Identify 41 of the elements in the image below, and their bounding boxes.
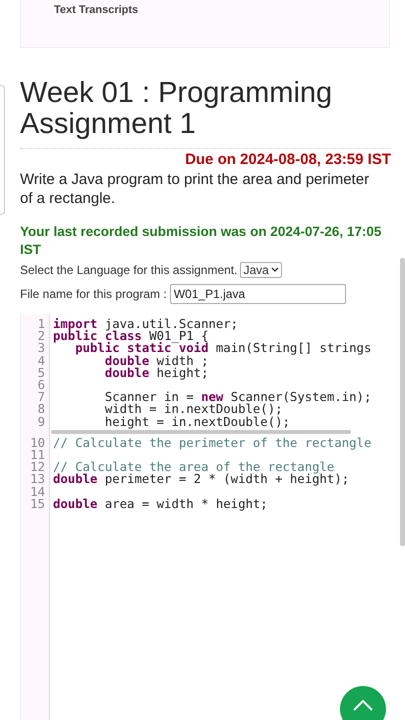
line-number: 10: [29, 436, 46, 450]
language-dropdown[interactable]: Java: [240, 262, 282, 278]
code-line: import java.util.Scanner;: [53, 318, 238, 330]
line-number: 14: [29, 486, 46, 498]
line-number: 2: [36, 330, 46, 342]
code-line: public static void main(String[] strings: [75, 342, 372, 355]
line-number: 12: [29, 461, 46, 474]
line-number: 5: [36, 366, 46, 380]
file-name-field[interactable]: W01_P1.java: [170, 284, 346, 304]
line-number: 3: [36, 342, 46, 355]
code-line: // Calculate the area of the rectangle: [53, 461, 334, 474]
assignment-description: Write a Java program to print the area and perimeter of a rectangle.: [20, 170, 370, 208]
transcript-card[interactable]: Text Transcripts: [20, 0, 390, 48]
code-line: // Calculate the perimeter of the rectangle: [53, 436, 372, 450]
line-number: 13: [29, 473, 46, 486]
line-number: 6: [36, 379, 46, 392]
code-line: width = in.nextDouble();: [104, 403, 283, 416]
line-number: 4: [36, 354, 46, 367]
code-line: public class W01_P1 {: [53, 330, 208, 342]
code-line: double area = width * height;: [53, 498, 268, 510]
chevron-down-icon: [270, 267, 279, 273]
code-line: double width ;: [104, 354, 208, 367]
line-number: 1: [36, 318, 46, 330]
transcript-link[interactable]: Text Transcripts: [54, 5, 138, 15]
code-line: Scanner in = new Scanner(System.in);: [104, 391, 372, 404]
due-date: Due on 2024-08-08, 23:59 IST: [184, 151, 391, 168]
horizontal-scrollbar[interactable]: [51, 430, 351, 434]
line-number: 7: [36, 391, 46, 404]
chevron-up-icon: [353, 700, 373, 711]
line-number: 11: [29, 449, 46, 462]
last-submission-note: Your last recorded submission was on 2024-07-26, 17:05 IST: [20, 223, 382, 259]
language-label: Select the Language for this assignment.: [20, 263, 238, 277]
file-name-label: File name for this program :: [20, 287, 167, 301]
code-line: double height;: [104, 366, 208, 380]
code-line: double perimeter = 2 * (width + height);: [53, 473, 350, 486]
assignment-title: Week 01 : Programming Assignment 1: [20, 78, 390, 149]
code-line: height = in.nextDouble();: [104, 416, 290, 428]
line-number: 15: [29, 498, 46, 510]
line-number: 8: [36, 403, 46, 416]
line-number: 9: [36, 416, 46, 428]
scrollbar[interactable]: [400, 258, 405, 546]
